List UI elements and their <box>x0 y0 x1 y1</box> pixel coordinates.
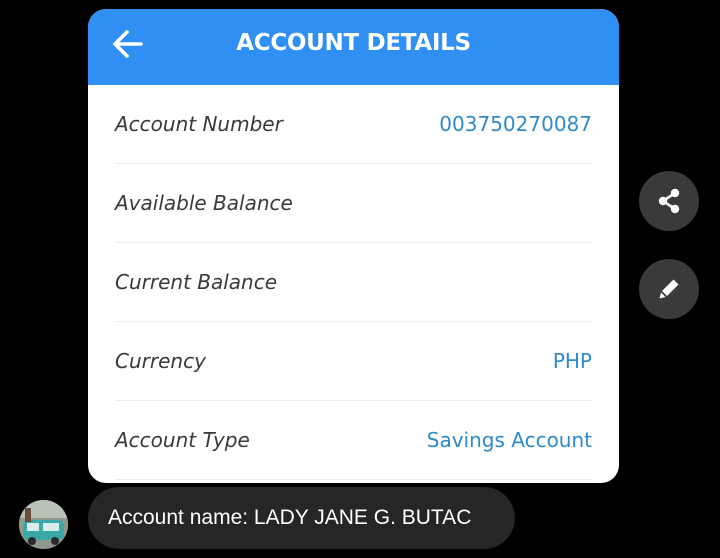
chat-screen: ACCOUNT DETAILS Account Number 003750270… <box>0 0 720 558</box>
message-bubble[interactable]: Account name: LADY JANE G. BUTAC <box>88 487 515 549</box>
share-icon <box>658 188 680 214</box>
detail-label: Account Number <box>115 112 283 136</box>
detail-value: Savings Account <box>426 428 592 452</box>
avatar-image <box>19 500 68 549</box>
detail-label: Currency <box>115 349 206 373</box>
detail-row-current-balance: Current Balance <box>115 243 592 322</box>
detail-row-account-type: Account Type Savings Account <box>115 401 592 480</box>
detail-label: Current Balance <box>115 270 278 294</box>
shared-image[interactable]: ACCOUNT DETAILS Account Number 003750270… <box>88 9 619 483</box>
app-header: ACCOUNT DETAILS <box>88 9 619 85</box>
share-button[interactable] <box>639 171 699 231</box>
detail-label: Available Balance <box>115 191 293 215</box>
message-text: Account name: LADY JANE G. BUTAC <box>108 506 472 529</box>
detail-row-currency: Currency PHP <box>115 322 592 401</box>
detail-row-account-number: Account Number 003750270087 <box>115 85 592 164</box>
avatar[interactable] <box>19 500 68 549</box>
account-details-list: Account Number 003750270087 Available Ba… <box>88 85 619 480</box>
page-title: ACCOUNT DETAILS <box>236 30 471 56</box>
pencil-icon <box>659 279 679 299</box>
detail-row-available-balance: Available Balance <box>115 164 592 243</box>
detail-label: Account Type <box>115 428 250 452</box>
detail-value: PHP <box>552 349 592 373</box>
edit-button[interactable] <box>639 259 699 319</box>
detail-value: 003750270087 <box>439 112 592 136</box>
